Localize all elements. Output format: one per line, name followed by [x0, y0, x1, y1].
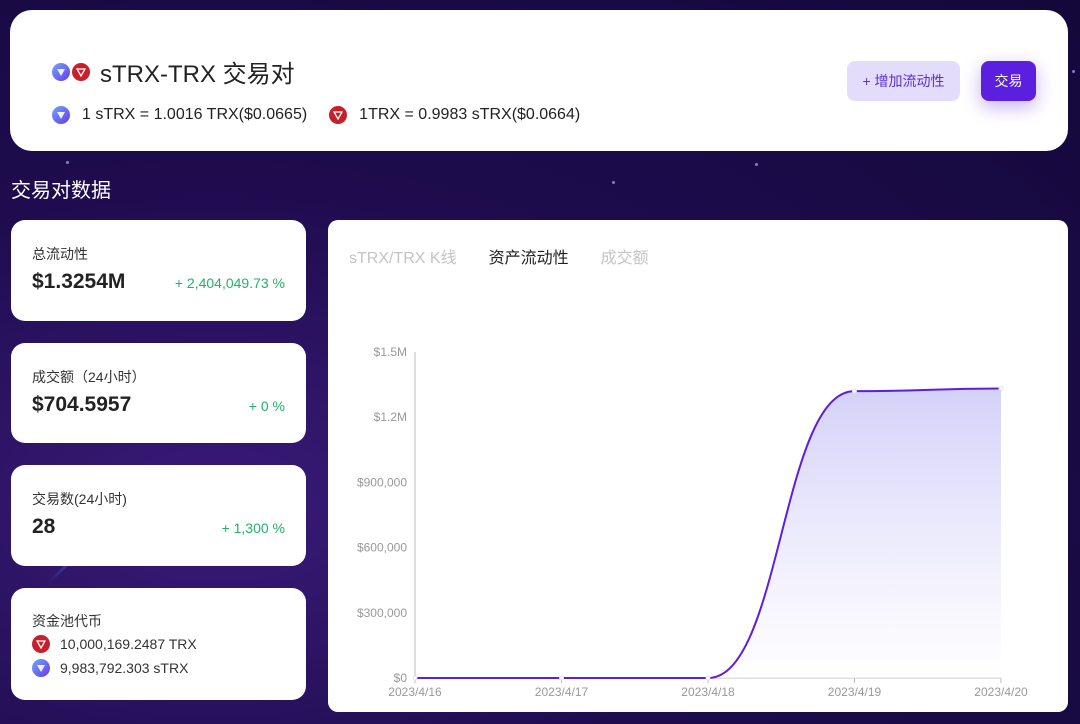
liquidity-label: 总流动性	[32, 246, 88, 262]
y-tick-label: $1.2M	[374, 410, 407, 424]
rate-trx: 1TRX = 0.9983 sTRX($0.0664)	[329, 106, 580, 124]
chart-card: sTRX/TRX K线 资产流动性 成交额 $0 $300,000 $600,000…	[328, 220, 1068, 712]
data-point	[705, 675, 711, 681]
star-decoration	[755, 163, 758, 166]
rate-trx-text: 1TRX = 0.9983 sTRX($0.0664)	[359, 106, 581, 123]
strx-coin-icon	[52, 106, 70, 124]
x-tick-label: 2023/4/16	[388, 685, 442, 699]
x-tick-label: 2023/4/17	[535, 685, 589, 699]
x-tick-label: 2023/4/19	[828, 685, 882, 699]
data-point	[852, 388, 857, 394]
pair-icons	[52, 62, 90, 81]
rate-strx-text: 1 sTRX = 1.0016 TRX($0.0665)	[82, 106, 308, 123]
pool-strx-amount: 9,983,792.303 sTRX	[60, 660, 189, 676]
add-liquidity-button[interactable]: + 增加流动性	[847, 61, 960, 101]
volume-change: + 0 %	[248, 398, 285, 414]
liquidity-card: 总流动性 $1.3254M + 2,404,049.73 %	[11, 220, 306, 321]
trx-coin-icon	[329, 106, 348, 124]
pool-tokens-label: 资金池代币	[32, 613, 102, 629]
tx-count-label: 交易数(24小时)	[32, 491, 127, 507]
star-decoration	[1072, 70, 1075, 73]
volume-card: 成交额（24小时） $704.5957 + 0 %	[11, 343, 306, 443]
pair-header-card: sTRX-TRX 交易对 1 sTRX = 1.0016 TRX($0.0665…	[10, 10, 1068, 151]
pool-trx-row: 10,000,169.2487 TRX	[32, 635, 197, 653]
pool-strx-row: 9,983,792.303 sTRX	[32, 659, 188, 677]
trx-coin-icon	[32, 635, 50, 653]
pair-title: sTRX-TRX 交易对	[100, 61, 295, 88]
data-point	[559, 675, 564, 681]
liquidity-value: $1.3254M	[32, 270, 126, 293]
data-point	[412, 675, 418, 681]
tx-count-change: + 1,300 %	[221, 520, 285, 536]
liquidity-chart: $0 $300,000 $600,000 $900,000 $1.2M $1.5M 2023…	[357, 345, 1028, 699]
star-decoration	[66, 161, 69, 164]
y-tick-label: $0	[394, 671, 408, 685]
strx-coin-icon	[32, 659, 50, 677]
volume-value: $704.5957	[32, 393, 132, 416]
trade-button[interactable]: 交易	[981, 61, 1036, 101]
strx-coin-icon	[52, 62, 70, 81]
tx-count-card: 交易数(24小时) 28 + 1,300 %	[11, 465, 306, 566]
x-tick-label: 2023/4/18	[681, 685, 735, 699]
volume-label: 成交额（24小时）	[32, 369, 146, 385]
y-tick-label: $600,000	[357, 541, 407, 555]
tx-count-value: 28	[32, 515, 56, 538]
y-tick-label: $300,000	[357, 606, 407, 620]
star-decoration	[612, 181, 615, 184]
x-tick-label: 2023/4/20	[974, 685, 1028, 699]
data-point	[998, 386, 1004, 392]
rate-strx: 1 sTRX = 1.0016 TRX($0.0665)	[52, 106, 307, 124]
exchange-rates: 1 sTRX = 1.0016 TRX($0.0665) 1TRX = 0.99…	[52, 106, 602, 124]
liquidity-change: + 2,404,049.73 %	[174, 275, 285, 291]
trx-coin-icon	[72, 62, 90, 81]
pair-title-row: sTRX-TRX 交易对	[52, 54, 295, 89]
liquidity-area	[415, 388, 1001, 678]
pool-tokens-card: 资金池代币 10,000,169.2487 TRX 9,983,792.303 …	[11, 588, 306, 700]
pool-trx-amount: 10,000,169.2487 TRX	[60, 636, 197, 652]
y-tick-label: $1.5M	[374, 345, 407, 359]
y-tick-label: $900,000	[357, 475, 407, 489]
section-title: 交易对数据	[11, 180, 111, 202]
